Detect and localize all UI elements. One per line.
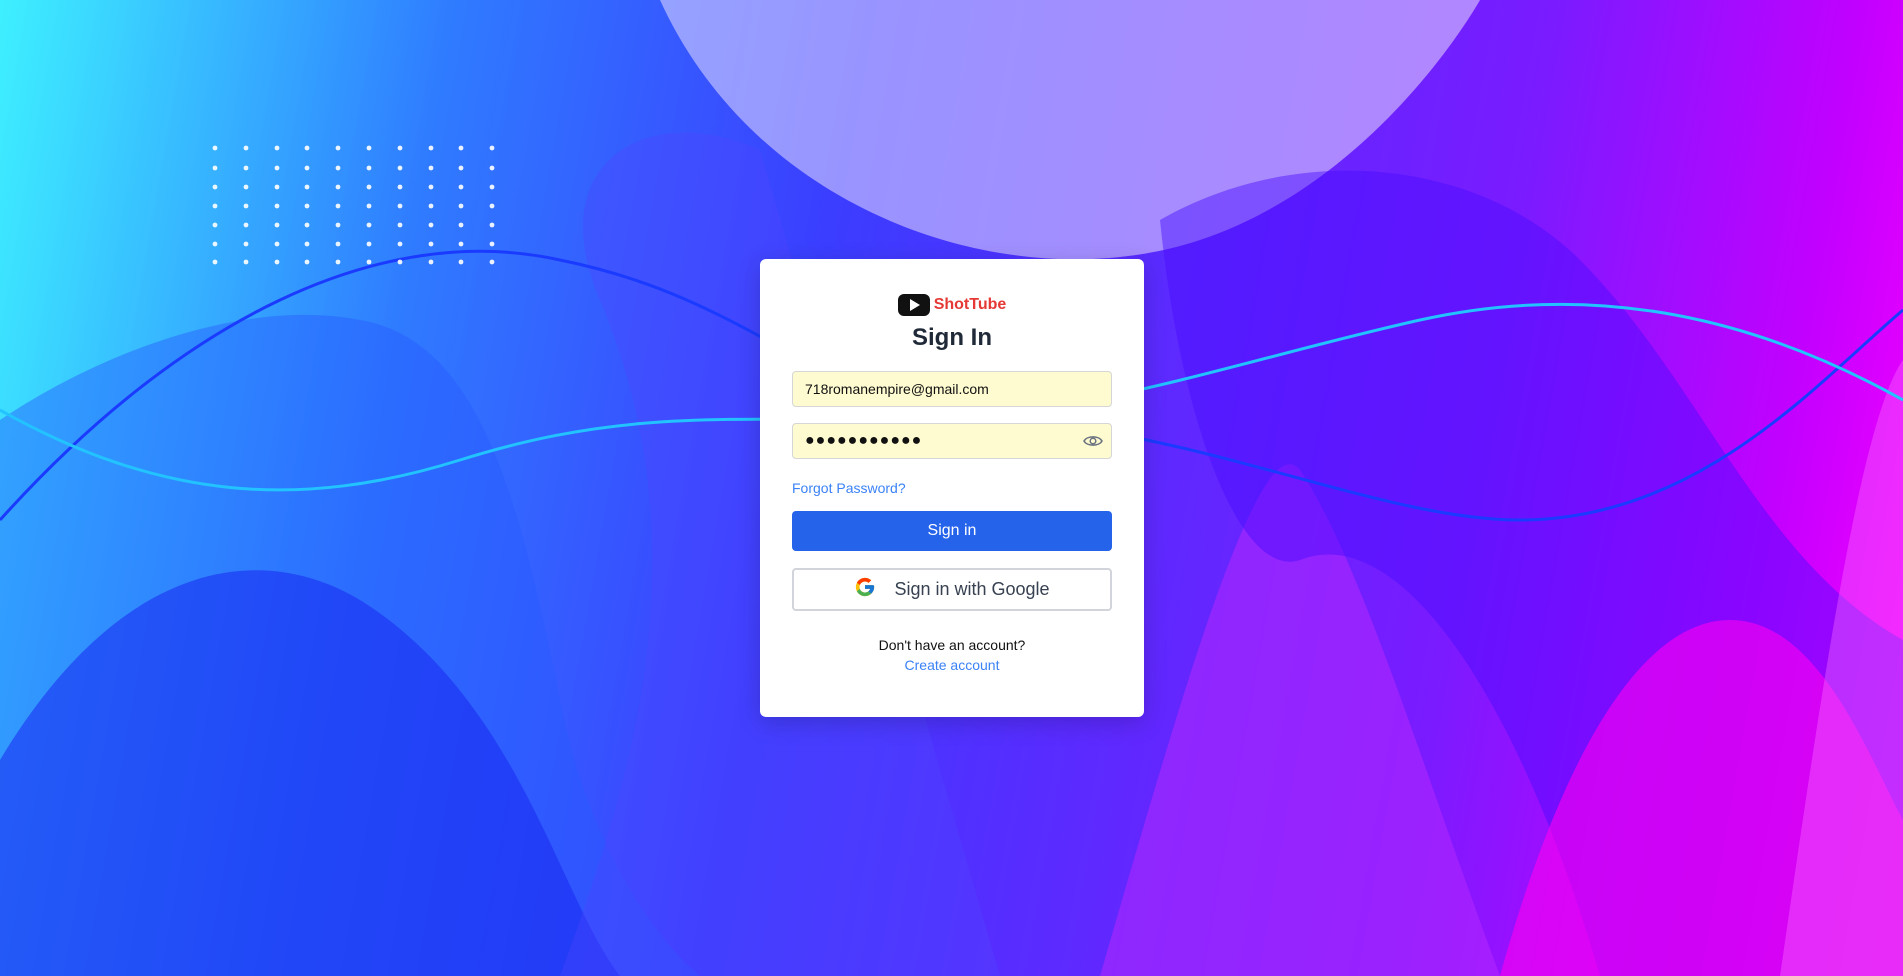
forgot-password-link[interactable]: Forgot Password? [792, 480, 906, 496]
signup-prompt-text: Don't have an account? [878, 637, 1026, 653]
email-value: 718romanempire@gmail.com [805, 381, 989, 397]
password-value: ●●●●●●●●●●● [805, 432, 923, 449]
brand: ShotTube [792, 293, 1112, 317]
password-field[interactable]: ●●●●●●●●●●● [792, 423, 1112, 459]
google-icon [854, 576, 876, 603]
brand-name: ShotTube [933, 296, 1007, 313]
google-signin-button[interactable]: Sign in with Google [792, 568, 1112, 611]
signin-button[interactable]: Sign in [792, 511, 1112, 551]
show-password-icon[interactable] [1083, 433, 1103, 449]
create-account-link[interactable]: Create account [792, 657, 1112, 673]
signin-card: ShotTube Sign In 718romanempire@gmail.co… [760, 259, 1144, 717]
signup-prompt: Don't have an account? Create account [792, 637, 1112, 673]
google-signin-label: Sign in with Google [894, 579, 1050, 599]
page-title: Sign In [912, 324, 992, 351]
email-field[interactable]: 718romanempire@gmail.com [792, 371, 1112, 407]
play-icon [897, 294, 930, 316]
